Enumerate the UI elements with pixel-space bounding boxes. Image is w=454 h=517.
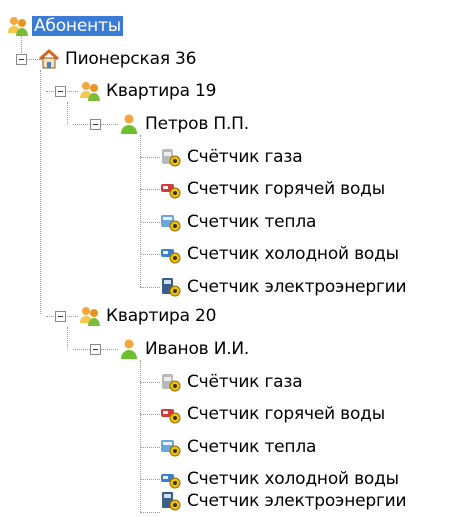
gas-meter-icon: [160, 146, 182, 168]
collapse-toggle-petrov[interactable]: [90, 119, 101, 130]
tree-node-label: Счетчик тепла: [187, 212, 317, 232]
tree-node-label: Квартира 19: [106, 81, 217, 101]
tree-connector: [140, 447, 160, 448]
tree-connector: [140, 414, 160, 415]
tree-connector: [140, 189, 160, 190]
tree-node-label: Счётчик газа: [187, 147, 303, 167]
tree-view: Абоненты Пионерская 36 Квартира 19 Петро…: [0, 0, 454, 517]
cold-water-meter-icon: [160, 243, 182, 265]
tree-node-meter-hot-water[interactable]: Счетчик горячей воды: [160, 399, 387, 429]
group-icon: [7, 15, 29, 37]
tree-node-meter-electricity[interactable]: Счетчик электроэнергии: [160, 272, 408, 302]
hot-water-meter-icon: [160, 403, 182, 425]
collapse-toggle-apartment-19[interactable]: [55, 86, 66, 97]
heat-meter-icon: [160, 211, 182, 233]
tree-node-label: Счетчик горячей воды: [187, 404, 385, 424]
group-icon: [79, 80, 101, 102]
tree-node-house-label: Пионерская 36: [65, 49, 197, 69]
tree-node-house[interactable]: Пионерская 36: [38, 44, 198, 74]
collapse-toggle-house[interactable]: [16, 54, 27, 65]
tree-node-label: Счетчик горячей воды: [187, 179, 385, 199]
tree-node-apartment-20[interactable]: Квартира 20: [79, 301, 218, 331]
group-icon: [79, 305, 101, 327]
tree-node-label: Квартира 20: [106, 306, 217, 326]
tree-connector: [67, 102, 68, 124]
tree-connector: [140, 157, 160, 158]
tree-connector: [140, 382, 160, 383]
collapse-toggle-ivanov[interactable]: [90, 344, 101, 355]
tree-node-label: Счетчик электроэнергии: [187, 491, 407, 511]
electricity-meter-icon: [160, 490, 182, 512]
tree-connector: [140, 222, 160, 223]
tree-connector: [140, 512, 160, 513]
tree-node-label: Счётчик газа: [187, 372, 303, 392]
tree-node-apartment-19[interactable]: Квартира 19: [79, 76, 218, 106]
tree-connector: [40, 70, 41, 314]
tree-node-meter-heat[interactable]: Счетчик тепла: [160, 207, 318, 237]
tree-node-meter-gas[interactable]: Счётчик газа: [160, 142, 304, 172]
tree-node-subscriber-ivanov[interactable]: Иванов И.И.: [118, 334, 251, 364]
tree-node-meter-gas[interactable]: Счётчик газа: [160, 367, 304, 397]
tree-connector: [140, 287, 160, 288]
tree-node-root[interactable]: Абоненты: [7, 11, 123, 41]
tree-connector: [140, 479, 160, 480]
tree-node-label: Петров П.П.: [145, 114, 249, 134]
tree-node-label: Иванов И.И.: [145, 339, 250, 359]
house-icon: [38, 48, 60, 70]
tree-node-meter-heat[interactable]: Счетчик тепла: [160, 432, 318, 462]
hot-water-meter-icon: [160, 178, 182, 200]
electricity-meter-icon: [160, 276, 182, 298]
tree-node-label: Счетчик холодной воды: [187, 244, 399, 264]
tree-node-meter-cold-water[interactable]: Счетчик холодной воды: [160, 239, 401, 269]
tree-connector: [67, 327, 68, 349]
tree-node-label: Счетчик тепла: [187, 437, 317, 457]
gas-meter-icon: [160, 371, 182, 393]
tree-node-label: Счетчик электроэнергии: [187, 277, 407, 297]
tree-connector: [140, 254, 160, 255]
person-icon: [118, 113, 140, 135]
tree-node-meter-hot-water[interactable]: Счетчик горячей воды: [160, 174, 387, 204]
person-icon: [118, 338, 140, 360]
tree-node-subscriber-petrov[interactable]: Петров П.П.: [118, 109, 251, 139]
heat-meter-icon: [160, 436, 182, 458]
tree-node-root-label: Абоненты: [32, 16, 123, 36]
collapse-toggle-apartment-20[interactable]: [55, 311, 66, 322]
tree-node-meter-electricity[interactable]: Счетчик электроэнергии: [160, 486, 408, 516]
